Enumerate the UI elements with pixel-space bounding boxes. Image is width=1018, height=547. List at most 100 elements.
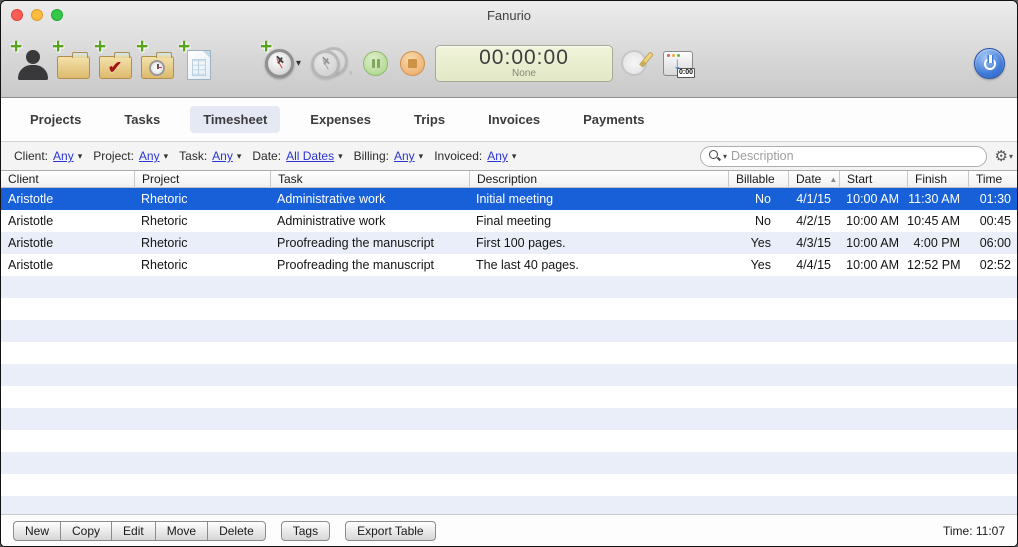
column-header-task[interactable]: Task <box>270 171 469 188</box>
column-header-time[interactable]: Time <box>968 171 1018 188</box>
gear-icon: ⚙ <box>995 149 1008 164</box>
delete-button[interactable]: Delete <box>208 521 266 541</box>
plus-icon: + <box>52 40 64 54</box>
cell-billable: Yes <box>728 236 788 250</box>
new-button[interactable]: New <box>13 521 61 541</box>
tab-invoices[interactable]: Invoices <box>475 106 553 133</box>
zoom-window-button[interactable] <box>51 9 63 21</box>
new-invoice-button[interactable]: + <box>181 44 217 82</box>
tab-expenses[interactable]: Expenses <box>297 106 384 133</box>
chevron-down-icon[interactable]: ▾ <box>512 151 517 162</box>
tab-timesheet[interactable]: Timesheet <box>190 106 280 133</box>
cell-date: 4/3/15 <box>788 236 839 250</box>
chevron-down-icon[interactable]: ▾ <box>419 151 424 162</box>
new-client-button[interactable]: + <box>13 44 49 82</box>
minimize-window-button[interactable] <box>31 9 43 21</box>
filter-value-link[interactable]: All Dates <box>286 149 334 163</box>
chevron-down-icon[interactable]: ▾ <box>237 151 242 162</box>
cell-finish: 4:00 PM <box>907 236 968 250</box>
filter-bar: Client: Any ▾ Project: Any ▾ Task: Any ▾… <box>1 141 1017 171</box>
tab-projects[interactable]: Projects <box>17 106 94 133</box>
resume-timer-button-disabled[interactable]: ▾ <box>311 47 349 79</box>
mini-timer-window-button[interactable]: ↓ 0:00 <box>663 51 693 76</box>
table-row[interactable]: Aristotle Rhetoric Proofreading the manu… <box>1 232 1017 254</box>
close-window-button[interactable] <box>11 9 23 21</box>
cell-description: Initial meeting <box>469 192 728 206</box>
fanurio-window: Fanurio + + + ✔ + <box>0 0 1018 547</box>
column-header-project[interactable]: Project <box>134 171 270 188</box>
tab-payments[interactable]: Payments <box>570 106 657 133</box>
tab-trips[interactable]: Trips <box>401 106 458 133</box>
copy-button[interactable]: Copy <box>61 521 112 541</box>
cell-description: Final meeting <box>469 214 728 228</box>
cell-task: Proofreading the manuscript <box>270 236 469 250</box>
window-title: Fanurio <box>1 8 1017 23</box>
titlebar: Fanurio <box>1 1 1017 29</box>
export-table-button[interactable]: Export Table <box>345 521 436 541</box>
tags-button[interactable]: Tags <box>281 521 330 541</box>
chevron-down-icon[interactable]: ▾ <box>723 152 727 161</box>
chevron-down-icon[interactable]: ▾ <box>78 151 83 162</box>
cell-finish: 10:45 AM <box>907 214 968 228</box>
power-button[interactable] <box>974 48 1005 79</box>
table-row[interactable]: Aristotle Rhetoric Proofreading the manu… <box>1 254 1017 276</box>
folder-task-icon: ✔ <box>99 56 132 79</box>
filter-label: Billing: <box>354 149 389 163</box>
cell-finish: 11:30 AM <box>907 192 968 206</box>
table-row[interactable]: Aristotle Rhetoric Administrative work I… <box>1 188 1017 210</box>
cell-project: Rhetoric <box>134 192 270 206</box>
tab-tasks[interactable]: Tasks <box>111 106 173 133</box>
filter-task: Task: Any ▾ <box>179 149 241 163</box>
cell-time: 06:00 <box>968 236 1018 250</box>
filter-invoiced: Invoiced: Any ▾ <box>434 149 516 163</box>
cell-time: 00:45 <box>968 214 1018 228</box>
filter-value-link[interactable]: Any <box>53 149 74 163</box>
toolbar-create-group: + + + ✔ + + <box>13 44 217 82</box>
main-tabbar: Projects Tasks Timesheet Expenses Trips … <box>1 98 1017 141</box>
filter-value-link[interactable]: Any <box>394 149 415 163</box>
cell-client: Aristotle <box>1 258 134 272</box>
move-button[interactable]: Move <box>156 521 208 541</box>
toolbar: + + + ✔ + + <box>1 29 1017 97</box>
folder-icon <box>57 56 90 79</box>
chevron-down-icon[interactable]: ▾ <box>164 151 169 162</box>
stop-timer-button[interactable] <box>400 51 425 76</box>
filter-label: Invoiced: <box>434 149 482 163</box>
cell-finish: 12:52 PM <box>907 258 968 272</box>
pause-timer-button[interactable] <box>363 51 388 76</box>
start-timer-button[interactable]: + ▾ <box>261 44 305 82</box>
new-project-button[interactable]: + <box>55 44 91 82</box>
edit-button[interactable]: Edit <box>112 521 156 541</box>
table-row[interactable]: Aristotle Rhetoric Administrative work F… <box>1 210 1017 232</box>
filter-value-link[interactable]: Any <box>139 149 160 163</box>
cell-start: 10:00 AM <box>839 236 907 250</box>
cell-billable: Yes <box>728 258 788 272</box>
cell-task: Administrative work <box>270 192 469 206</box>
cell-time: 01:30 <box>968 192 1018 206</box>
table-options-button[interactable]: ⚙ ▾ <box>995 149 1013 164</box>
new-time-entry-button[interactable]: + <box>139 44 175 82</box>
column-header-date[interactable]: Date▲ <box>788 171 839 188</box>
filter-project: Project: Any ▾ <box>93 149 168 163</box>
search-input[interactable] <box>731 149 978 163</box>
filter-value-link[interactable]: Any <box>487 149 508 163</box>
row-action-buttons: New Copy Edit Move Delete <box>13 521 266 541</box>
chevron-down-icon: ▾ <box>348 68 353 79</box>
chevron-down-icon[interactable]: ▾ <box>338 151 343 162</box>
filter-label: Date: <box>252 149 281 163</box>
column-header-finish[interactable]: Finish <box>907 171 968 188</box>
column-header-description[interactable]: Description <box>469 171 728 188</box>
search-field[interactable]: ▾ <box>700 146 987 167</box>
column-header-billable[interactable]: Billable <box>728 171 788 188</box>
column-header-client[interactable]: Client <box>1 171 134 188</box>
search-icon[interactable] <box>709 150 721 162</box>
column-header-start[interactable]: Start <box>839 171 907 188</box>
folder-clock-icon <box>141 56 174 79</box>
filter-value-link[interactable]: Any <box>212 149 233 163</box>
edit-time-button-disabled[interactable] <box>621 48 651 78</box>
timer-display: 00:00:00 None <box>435 45 613 82</box>
plus-icon: + <box>178 40 190 54</box>
new-task-button[interactable]: + ✔ <box>97 44 133 82</box>
mini-timer-badge: 0:00 <box>677 68 695 78</box>
cell-start: 10:00 AM <box>839 214 907 228</box>
